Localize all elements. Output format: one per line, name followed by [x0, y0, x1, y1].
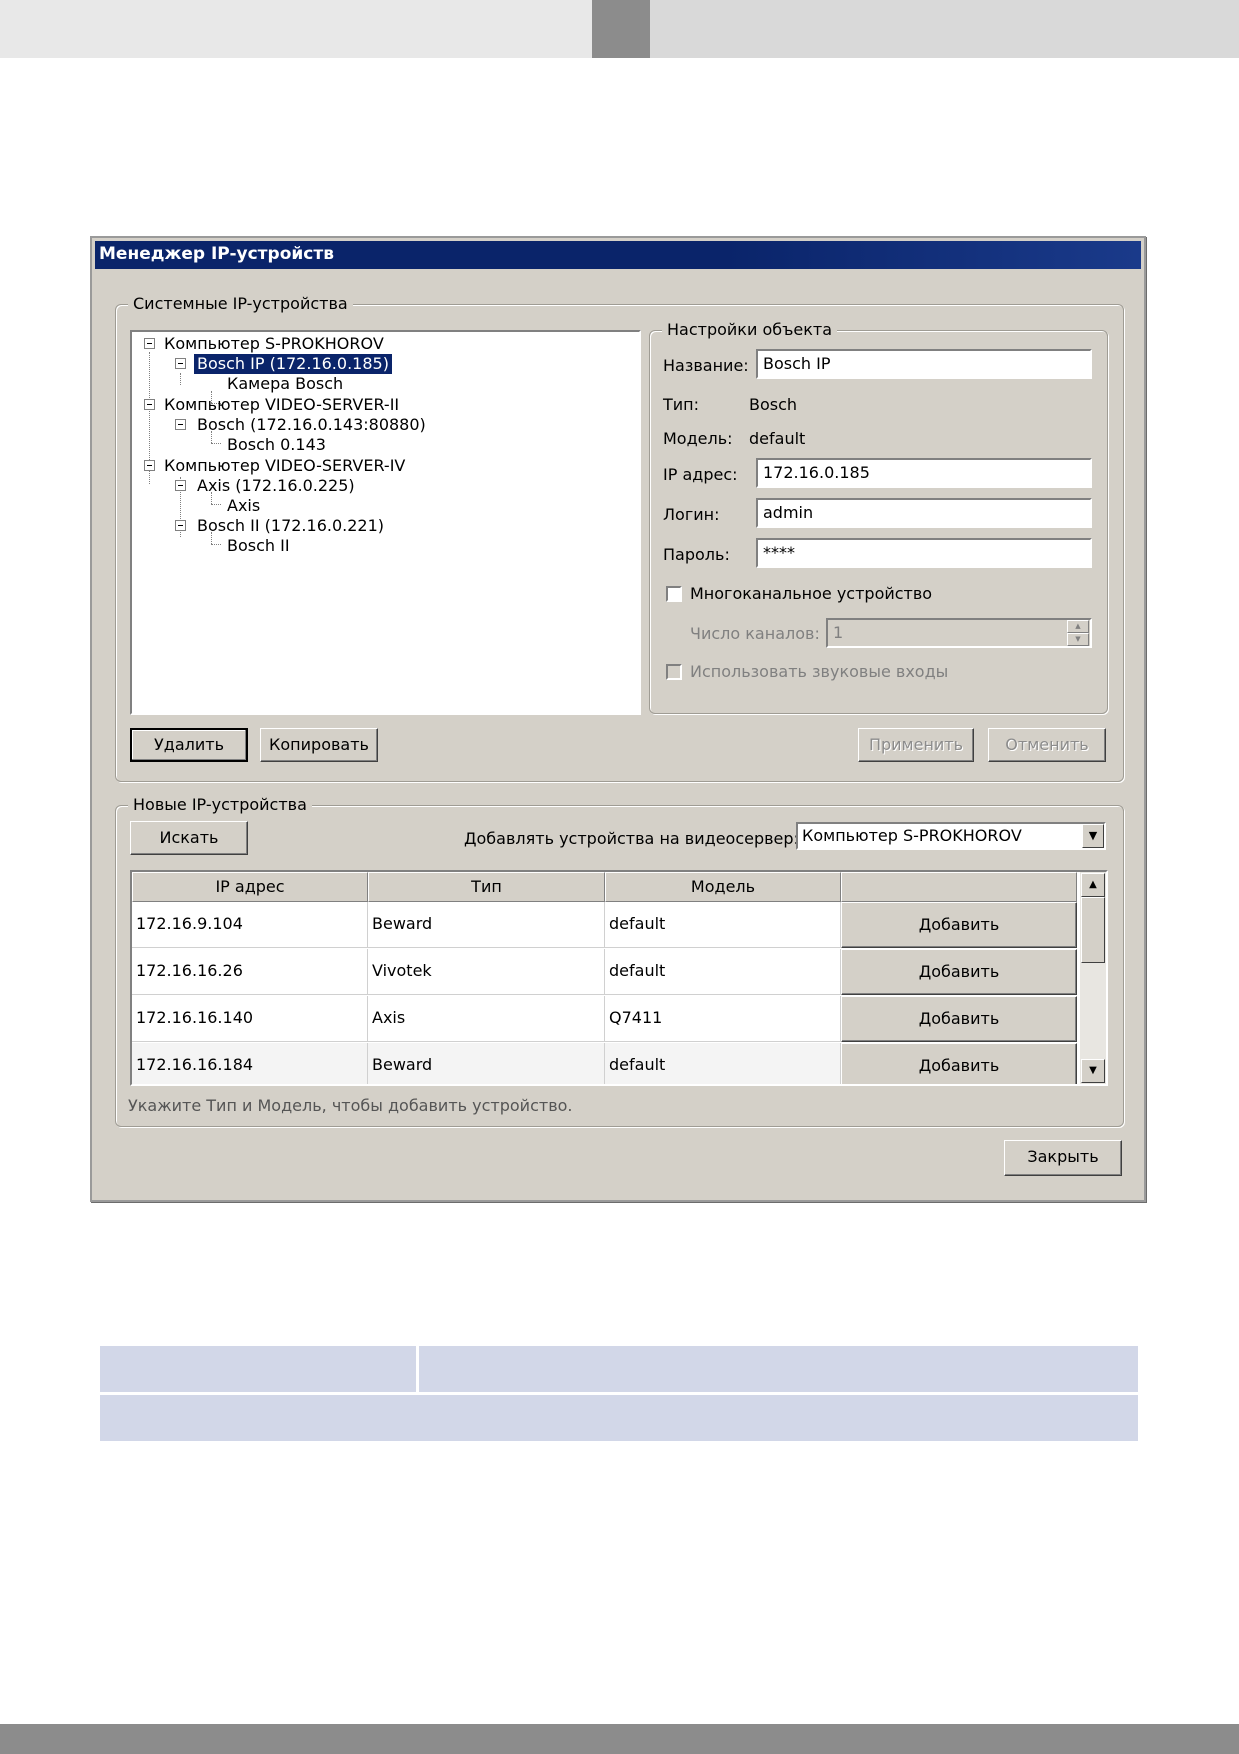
tree-item-device[interactable]: Bosch II (172.16.0.221) [197, 516, 384, 536]
apply-button[interactable]: Применить [858, 728, 974, 762]
close-button[interactable]: Закрыть [1004, 1140, 1122, 1176]
server-select[interactable]: Компьютер S-PROKHOROV [796, 822, 1106, 850]
ip-device-manager-dialog: Менеджер IP-устройств Системные IP-устро… [90, 236, 1146, 1202]
doc-table-cell [100, 1346, 416, 1392]
multichannel-checkbox[interactable] [666, 586, 682, 602]
collapse-icon[interactable] [144, 338, 155, 349]
ip-address-input[interactable]: 172.16.0.185 [756, 458, 1092, 488]
cell-ip[interactable]: 172.16.16.26 [132, 949, 368, 995]
dialog-title: Менеджер IP-устройств [95, 241, 1141, 269]
spin-up-icon[interactable]: ▲ [1067, 620, 1089, 633]
name-input[interactable]: Bosch IP [756, 349, 1092, 379]
cell-ip[interactable]: 172.16.9.104 [132, 902, 368, 948]
type-value: Bosch [749, 395, 798, 414]
tree-item-camera[interactable]: Камера Bosch [227, 374, 343, 394]
column-header-ip[interactable]: IP адрес [132, 872, 368, 902]
doc-table-cell [419, 1346, 1138, 1392]
cancel-button[interactable]: Отменить [988, 728, 1106, 762]
tree-connector [211, 504, 221, 505]
model-value: default [749, 429, 806, 448]
page-footer-band [0, 1724, 1239, 1754]
add-hint-text: Укажите Тип и Модель, чтобы добавить уст… [128, 1096, 573, 1115]
column-header-model[interactable]: Модель [605, 872, 841, 902]
tree-item-camera[interactable]: Axis [227, 496, 260, 516]
server-label: Добавлять устройства на видеосервер: [464, 829, 799, 848]
tree-item-computer[interactable]: Компьютер VIDEO-SERVER-IV [164, 456, 405, 476]
page-header-marker [592, 0, 650, 58]
login-input[interactable]: admin [756, 498, 1092, 528]
cell-type[interactable]: Vivotek [368, 949, 605, 995]
name-label: Название: [663, 356, 749, 375]
device-tree[interactable]: Компьютер S-PROKHOROV Bosch IP (172.16.0… [130, 330, 641, 715]
new-devices-table: IP адрес Тип Модель 172.16.9.104 Beward … [130, 870, 1108, 1086]
doc-table-row [100, 1395, 1138, 1441]
tree-item-camera[interactable]: Bosch 0.143 [227, 435, 326, 455]
system-devices-legend: Системные IP-устройства [128, 294, 353, 313]
cell-model[interactable]: default [605, 949, 841, 995]
cell-ip[interactable]: 172.16.16.140 [132, 996, 368, 1042]
dropdown-arrow-icon[interactable]: ▼ [1082, 824, 1104, 848]
page-header-left-band [0, 0, 592, 58]
scroll-up-icon[interactable]: ▲ [1081, 873, 1105, 897]
add-button[interactable]: Добавить [841, 1043, 1077, 1084]
search-button[interactable]: Искать [130, 821, 248, 855]
multichannel-label: Многоканальное устройство [690, 584, 933, 603]
cell-model[interactable]: Q7411 [605, 996, 841, 1042]
collapse-icon[interactable] [175, 358, 186, 369]
cell-type[interactable]: Beward [368, 1043, 605, 1084]
cell-type[interactable]: Beward [368, 902, 605, 948]
tree-item-device-selected[interactable]: Bosch IP (172.16.0.185) [194, 354, 392, 374]
copy-button[interactable]: Копировать [260, 728, 378, 762]
audio-inputs-label: Использовать звуковые входы [690, 662, 949, 681]
add-button[interactable]: Добавить [841, 902, 1077, 948]
audio-inputs-checkbox[interactable] [666, 664, 682, 680]
login-label: Логин: [663, 505, 720, 524]
password-input[interactable]: **** [756, 538, 1092, 568]
tree-item-device[interactable]: Bosch (172.16.0.143:80880) [197, 415, 426, 435]
tree-item-computer[interactable]: Компьютер S-PROKHOROV [164, 334, 384, 354]
cell-model[interactable]: default [605, 902, 841, 948]
cell-ip[interactable]: 172.16.16.184 [132, 1043, 368, 1084]
add-button[interactable]: Добавить [841, 949, 1077, 995]
channels-spinner[interactable]: ▲ ▼ [1067, 620, 1089, 646]
tree-connector [211, 443, 221, 444]
cell-type[interactable]: Axis [368, 996, 605, 1042]
channels-spinner-input[interactable]: 1 [826, 618, 1092, 648]
tree-item-device[interactable]: Axis (172.16.0.225) [197, 476, 355, 496]
password-label: Пароль: [663, 545, 730, 564]
collapse-icon[interactable] [175, 419, 186, 430]
scrollbar-thumb[interactable] [1081, 897, 1105, 963]
tree-item-camera[interactable]: Bosch II [227, 536, 290, 556]
delete-button[interactable]: Удалить [130, 728, 248, 762]
column-header-type[interactable]: Тип [368, 872, 605, 902]
tree-item-computer[interactable]: Компьютер VIDEO-SERVER-II [164, 395, 399, 415]
collapse-icon[interactable] [175, 480, 186, 491]
scroll-down-icon[interactable]: ▼ [1081, 1059, 1105, 1083]
spin-down-icon[interactable]: ▼ [1067, 633, 1089, 646]
add-button[interactable]: Добавить [841, 996, 1077, 1042]
new-devices-legend: Новые IP-устройства [128, 795, 312, 814]
channels-label: Число каналов: [690, 624, 820, 643]
column-header-action [841, 872, 1077, 902]
collapse-icon[interactable] [144, 460, 155, 471]
ip-address-label: IP адрес: [663, 465, 738, 484]
tree-connector [180, 373, 181, 385]
cell-model[interactable]: default [605, 1043, 841, 1084]
page-header-right-band [650, 0, 1239, 58]
model-label: Модель: [663, 429, 733, 448]
collapse-icon[interactable] [175, 520, 186, 531]
collapse-icon[interactable] [144, 399, 155, 410]
type-label: Тип: [663, 395, 700, 414]
object-settings-legend: Настройки объекта [662, 320, 838, 339]
tree-connector [211, 544, 221, 545]
